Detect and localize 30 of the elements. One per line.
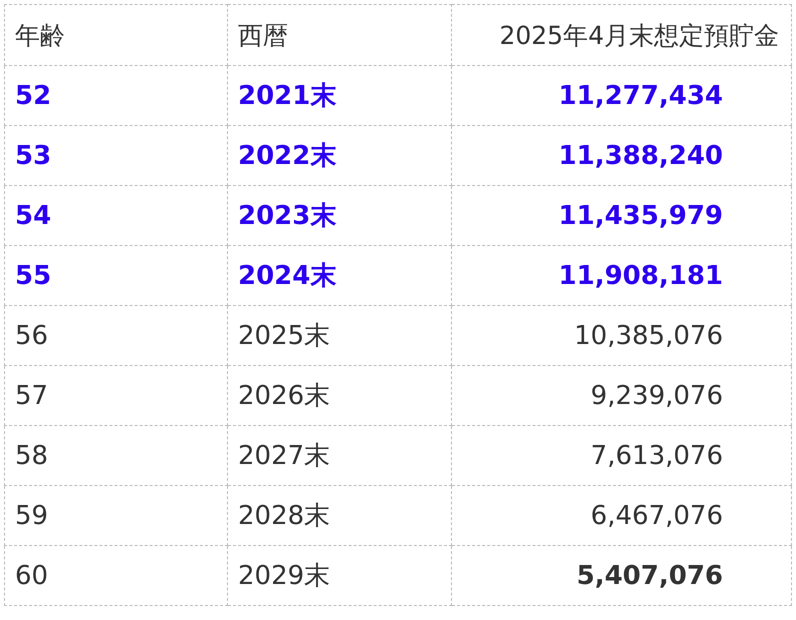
table-cell: 2023末 bbox=[228, 186, 452, 246]
table-cell: 56 bbox=[4, 306, 228, 366]
table-cell: 7,613,076 bbox=[452, 426, 792, 486]
table-cell: 9,239,076 bbox=[452, 366, 792, 426]
table-cell: 60 bbox=[4, 546, 228, 606]
table-cell: 54 bbox=[4, 186, 228, 246]
table-cell: 2029末 bbox=[228, 546, 452, 606]
column-header: 年齢 bbox=[4, 4, 228, 66]
table-cell: 5,407,076 bbox=[452, 546, 792, 606]
table-cell: 2028末 bbox=[228, 486, 452, 546]
table-cell: 11,908,181 bbox=[452, 246, 792, 306]
table-cell: 2024末 bbox=[228, 246, 452, 306]
table-cell: 11,435,979 bbox=[452, 186, 792, 246]
table-cell: 2022末 bbox=[228, 126, 452, 186]
column-header: 西暦 bbox=[228, 4, 452, 66]
table-cell: 11,388,240 bbox=[452, 126, 792, 186]
table-cell: 2026末 bbox=[228, 366, 452, 426]
table-cell: 53 bbox=[4, 126, 228, 186]
table-cell: 2027末 bbox=[228, 426, 452, 486]
table-cell: 10,385,076 bbox=[452, 306, 792, 366]
table-cell: 55 bbox=[4, 246, 228, 306]
table-cell: 52 bbox=[4, 66, 228, 126]
column-header: 2025年4月末想定預貯金 bbox=[452, 4, 792, 66]
table-cell: 6,467,076 bbox=[452, 486, 792, 546]
table-cell: 57 bbox=[4, 366, 228, 426]
table-cell: 2025末 bbox=[228, 306, 452, 366]
table-cell: 58 bbox=[4, 426, 228, 486]
table-cell: 2021末 bbox=[228, 66, 452, 126]
table-cell: 59 bbox=[4, 486, 228, 546]
table-cell: 11,277,434 bbox=[452, 66, 792, 126]
